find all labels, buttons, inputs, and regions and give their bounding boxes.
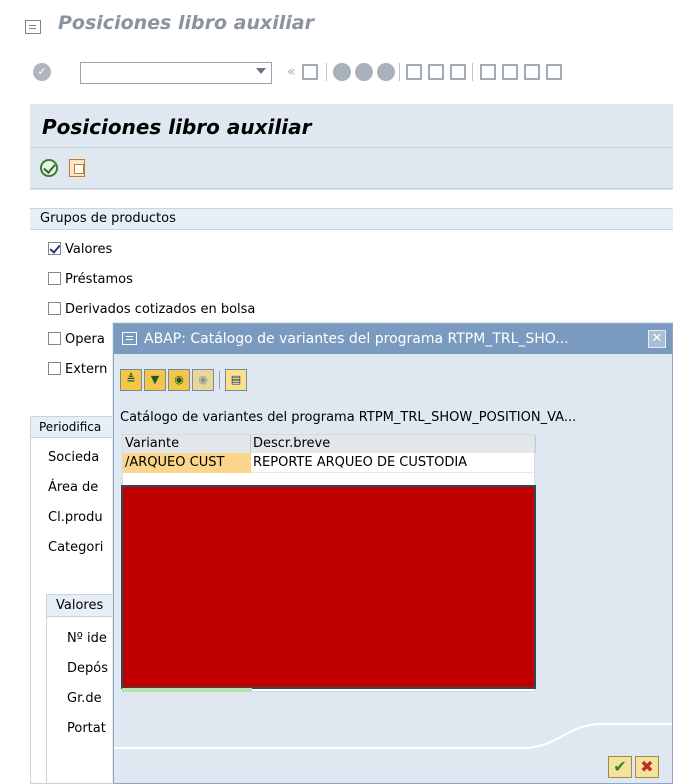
print-icon[interactable]: ▤ (225, 369, 247, 391)
get-variant-icon[interactable] (69, 159, 85, 177)
checkbox-label: Opera (65, 332, 105, 347)
dialog-list-title: Catálogo de variantes del programa RTPM_… (120, 410, 577, 425)
previous-page-icon[interactable] (502, 64, 518, 80)
window-titlebar: Posiciones libro auxiliar (0, 0, 673, 50)
checkbox-icon[interactable] (48, 332, 61, 345)
close-icon[interactable]: ✕ (648, 330, 666, 348)
checkbox-prestamos[interactable]: Préstamos (48, 270, 133, 290)
sort-ascending-icon[interactable]: ≜ (120, 369, 142, 391)
column-header-variant[interactable]: Variante (123, 435, 251, 453)
field-label-product-type: Cl.produ (48, 510, 103, 525)
table-row[interactable]: /ARQUEO CUST REPORTE ARQUEO DE CUSTODIA (123, 453, 534, 473)
checkbox-externos[interactable]: Extern (48, 360, 107, 380)
first-page-icon[interactable] (480, 64, 496, 80)
last-page-icon[interactable] (546, 64, 562, 80)
cell-variant[interactable]: /ARQUEO CUST (123, 453, 251, 473)
checkbox-label: Valores (65, 242, 113, 257)
ok-button[interactable]: ✔ (608, 756, 632, 778)
cancel-button[interactable]: ✖ (635, 756, 659, 778)
field-label-group: Gr.de (67, 691, 102, 706)
checkbox-label: Préstamos (65, 272, 133, 287)
field-label-area: Área de (48, 480, 99, 495)
enter-icon[interactable]: ✓ (33, 63, 51, 81)
page-title: Posiciones libro auxiliar (42, 115, 312, 139)
application-toolbar (30, 149, 673, 189)
find-icon[interactable] (428, 64, 444, 80)
field-label-id: Nº ide (67, 631, 107, 646)
checkbox-valores[interactable]: Valores (48, 240, 112, 260)
field-label-portfolio: Portat (67, 721, 106, 736)
cell-description[interactable]: REPORTE ARQUEO DE CUSTODIA (251, 453, 536, 473)
field-label-deposit: Depós (67, 661, 108, 676)
checkbox-label: Derivados cotizados en bolsa (65, 302, 256, 317)
checkbox-icon[interactable] (48, 302, 61, 315)
back-icon[interactable] (333, 63, 351, 81)
next-page-icon[interactable] (524, 64, 540, 80)
checkbox-operaciones[interactable]: Opera (48, 330, 105, 350)
field-label-category: Categori (48, 540, 104, 555)
variant-catalog-dialog: ABAP: Catálogo de variantes del programa… (113, 323, 673, 784)
product-groups-header: Grupos de productos (30, 208, 673, 230)
command-field[interactable] (80, 62, 272, 84)
print-icon[interactable] (406, 64, 422, 80)
dialog-titlebar: ABAP: Catálogo de variantes del programa… (114, 324, 672, 354)
dialog-toolbar: ≜ ▼ ◉ ◉ ▤ (114, 354, 672, 394)
field-label-company: Socieda (48, 450, 100, 465)
checkbox-icon[interactable] (48, 362, 61, 375)
table-header: Variante Descr.breve (123, 435, 536, 453)
checkbox-label: Extern (65, 362, 108, 377)
find-next-icon[interactable] (450, 64, 466, 80)
checkbox-icon[interactable] (48, 272, 61, 285)
table-selection-marker (122, 688, 252, 692)
redacted-area (121, 485, 536, 689)
filter-icon[interactable]: ▼ (144, 369, 166, 391)
back-nav-icon[interactable]: « (287, 63, 296, 81)
chevron-down-icon[interactable] (256, 68, 266, 74)
screen-header: Posiciones libro auxiliar (30, 104, 673, 148)
dialog-footer-separator (114, 723, 672, 749)
cancel-icon[interactable] (377, 63, 395, 81)
save-icon[interactable] (302, 64, 318, 80)
menu-icon[interactable] (25, 20, 41, 34)
checkbox-derivados[interactable]: Derivados cotizados en bolsa (48, 300, 255, 320)
find-icon[interactable]: ◉ (168, 369, 190, 391)
checkbox-icon[interactable] (48, 242, 61, 255)
find-next-icon[interactable]: ◉ (192, 369, 214, 391)
column-header-description[interactable]: Descr.breve (251, 435, 536, 453)
dialog-menu-icon[interactable] (122, 332, 137, 345)
dialog-title: ABAP: Catálogo de variantes del programa… (144, 331, 569, 347)
exit-icon[interactable] (355, 63, 373, 81)
window-title: Posiciones libro auxiliar (58, 12, 314, 34)
execute-icon[interactable] (40, 159, 58, 177)
